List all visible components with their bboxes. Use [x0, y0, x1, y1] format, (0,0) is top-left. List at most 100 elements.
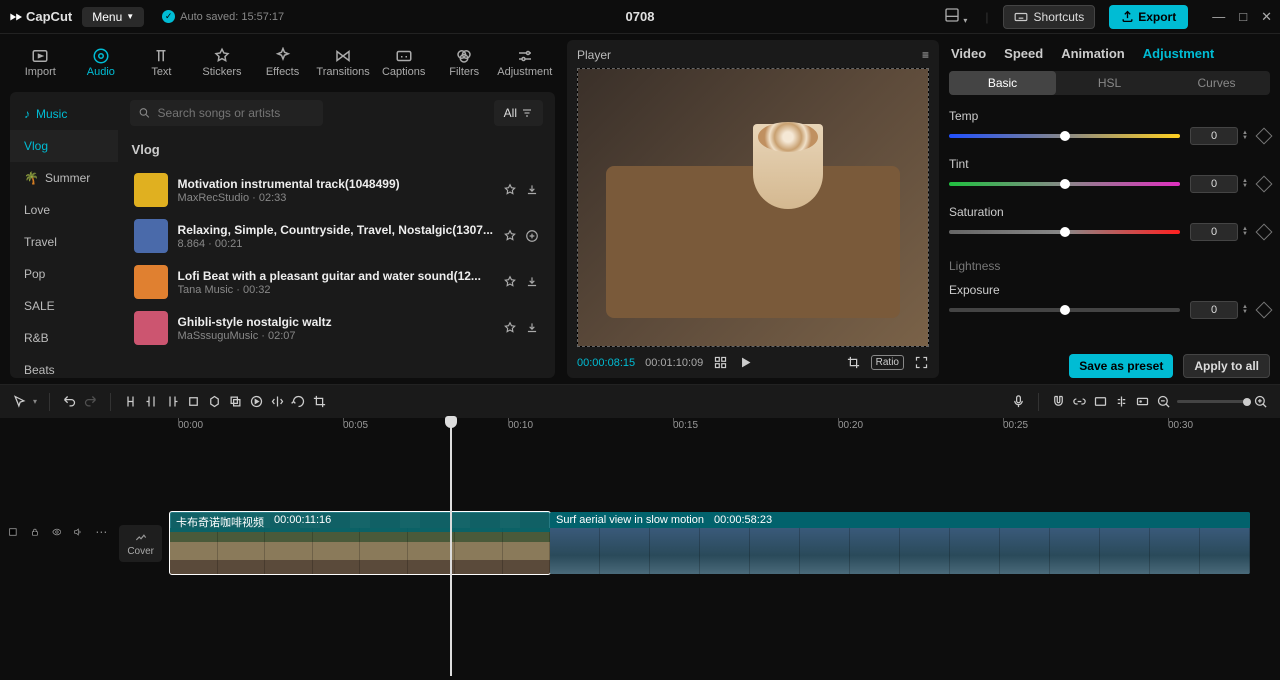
sidebar-item-vlog[interactable]: Vlog [10, 130, 118, 162]
tab-captions[interactable]: Captions [373, 40, 434, 84]
fullscreen-icon[interactable] [914, 355, 929, 370]
zoom-out-icon[interactable] [1156, 394, 1171, 409]
tab-filters[interactable]: Filters [434, 40, 495, 84]
tab-audio[interactable]: Audio [71, 40, 132, 84]
lock-icon[interactable] [30, 525, 40, 539]
redo-icon[interactable] [83, 394, 98, 409]
layout-icon[interactable]: ▾ [940, 5, 972, 28]
track-item[interactable]: Ghibli-style nostalgic waltz MaSssuguMus… [130, 305, 543, 351]
tint-value[interactable] [1190, 175, 1238, 193]
sidebar-item-love[interactable]: Love [10, 194, 118, 226]
favorite-icon[interactable] [503, 275, 517, 289]
sidebar-item-sale[interactable]: SALE [10, 290, 118, 322]
tab-animation[interactable]: Animation [1061, 46, 1125, 61]
tab-transitions[interactable]: Transitions [313, 40, 374, 84]
sidebar-item-travel[interactable]: Travel [10, 226, 118, 258]
sidebar-item-beats[interactable]: Beats [10, 354, 118, 378]
download-icon[interactable] [525, 183, 539, 197]
sidebar-music-heading[interactable]: ♪ Music [10, 98, 118, 130]
temp-slider[interactable] [949, 134, 1180, 138]
player-viewport[interactable] [577, 68, 929, 347]
sidebar-item-summer[interactable]: 🌴 Summer [10, 162, 118, 194]
exposure-value[interactable] [1190, 301, 1238, 319]
crop-icon[interactable] [846, 355, 861, 370]
close-icon[interactable]: ✕ [1261, 9, 1272, 25]
undo-icon[interactable] [62, 394, 77, 409]
favorite-icon[interactable] [503, 183, 517, 197]
export-button[interactable]: Export [1109, 5, 1188, 29]
clip-name: Surf aerial view in slow motion [556, 514, 704, 526]
track-options-icon[interactable] [8, 525, 18, 539]
tab-text[interactable]: Text [131, 40, 192, 84]
tab-effects[interactable]: Effects [252, 40, 313, 84]
track-item[interactable]: Relaxing, Simple, Countryside, Travel, N… [130, 213, 543, 259]
zoom-slider[interactable] [1177, 400, 1247, 403]
track-item[interactable]: Motivation instrumental track(1048499) M… [130, 167, 543, 213]
all-filter-button[interactable]: All [494, 100, 543, 126]
eye-icon[interactable] [52, 525, 62, 539]
split-left-icon[interactable] [144, 394, 159, 409]
maximize-icon[interactable]: □ [1239, 9, 1247, 25]
clip-2[interactable]: Surf aerial view in slow motion00:00:58:… [550, 512, 1250, 574]
preview-icon[interactable] [1093, 394, 1108, 409]
favorite-icon[interactable] [503, 321, 517, 335]
time-ruler[interactable]: 00:0000:0500:1000:1500:2000:2500:30 [170, 418, 1280, 440]
playhead[interactable] [450, 418, 452, 676]
mute-icon[interactable] [73, 525, 83, 539]
mirror-icon[interactable] [270, 394, 285, 409]
clip-1[interactable]: 卡布奇诺咖啡视频00:00:11:16 [170, 512, 550, 574]
subtab-basic[interactable]: Basic [949, 71, 1056, 95]
saturation-value[interactable] [1190, 223, 1238, 241]
tab-adjustment[interactable]: Adjustment [1143, 46, 1215, 61]
track-item[interactable]: Lofi Beat with a pleasant guitar and wat… [130, 259, 543, 305]
temp-value[interactable] [1190, 127, 1238, 145]
player-title: Player [577, 48, 611, 62]
link-icon[interactable] [1072, 394, 1087, 409]
ratio-button[interactable]: Ratio [871, 355, 904, 370]
align-icon[interactable] [1114, 394, 1129, 409]
tab-video[interactable]: Video [951, 46, 986, 61]
zoom-fit-icon[interactable] [1253, 394, 1268, 409]
subtab-curves[interactable]: Curves [1163, 71, 1270, 95]
tab-adjustment-asset[interactable]: Adjustment [495, 40, 556, 84]
marker-icon[interactable] [207, 394, 222, 409]
mic-icon[interactable] [1011, 394, 1026, 409]
tint-keyframe-icon[interactable] [1256, 176, 1273, 193]
apply-all-button[interactable]: Apply to all [1183, 354, 1270, 378]
reverse-icon[interactable] [249, 394, 264, 409]
favorite-icon[interactable] [503, 229, 517, 243]
subtab-hsl[interactable]: HSL [1056, 71, 1163, 95]
search-input[interactable] [130, 100, 323, 126]
tab-speed[interactable]: Speed [1004, 46, 1043, 61]
player-menu-icon[interactable]: ≡ [922, 48, 929, 62]
split-icon[interactable] [123, 394, 138, 409]
saturation-slider[interactable] [949, 230, 1180, 234]
delete-icon[interactable] [186, 394, 201, 409]
tab-stickers[interactable]: Stickers [192, 40, 253, 84]
menu-button[interactable]: Menu ▼ [82, 7, 144, 27]
magnet-icon[interactable] [1051, 394, 1066, 409]
sidebar-item-rnb[interactable]: R&B [10, 322, 118, 354]
copy-icon[interactable] [228, 394, 243, 409]
tint-slider[interactable] [949, 182, 1180, 186]
save-preset-button[interactable]: Save as preset [1069, 354, 1173, 378]
crop-tool-icon[interactable] [312, 394, 327, 409]
add-icon[interactable] [525, 229, 539, 243]
grid-icon[interactable] [713, 355, 728, 370]
minimize-icon[interactable]: — [1212, 9, 1225, 25]
tab-import[interactable]: Import [10, 40, 71, 84]
exposure-keyframe-icon[interactable] [1256, 302, 1273, 319]
shortcuts-button[interactable]: Shortcuts [1003, 5, 1096, 29]
play-icon[interactable] [738, 355, 753, 370]
saturation-keyframe-icon[interactable] [1256, 224, 1273, 241]
cover-button[interactable]: Cover [119, 525, 162, 562]
rotate-icon[interactable] [291, 394, 306, 409]
exposure-slider[interactable] [949, 308, 1180, 312]
sidebar-item-pop[interactable]: Pop [10, 258, 118, 290]
select-tool-icon[interactable] [12, 394, 27, 409]
thumbnail-icon[interactable] [1135, 394, 1150, 409]
download-icon[interactable] [525, 275, 539, 289]
download-icon[interactable] [525, 321, 539, 335]
temp-keyframe-icon[interactable] [1256, 128, 1273, 145]
split-right-icon[interactable] [165, 394, 180, 409]
